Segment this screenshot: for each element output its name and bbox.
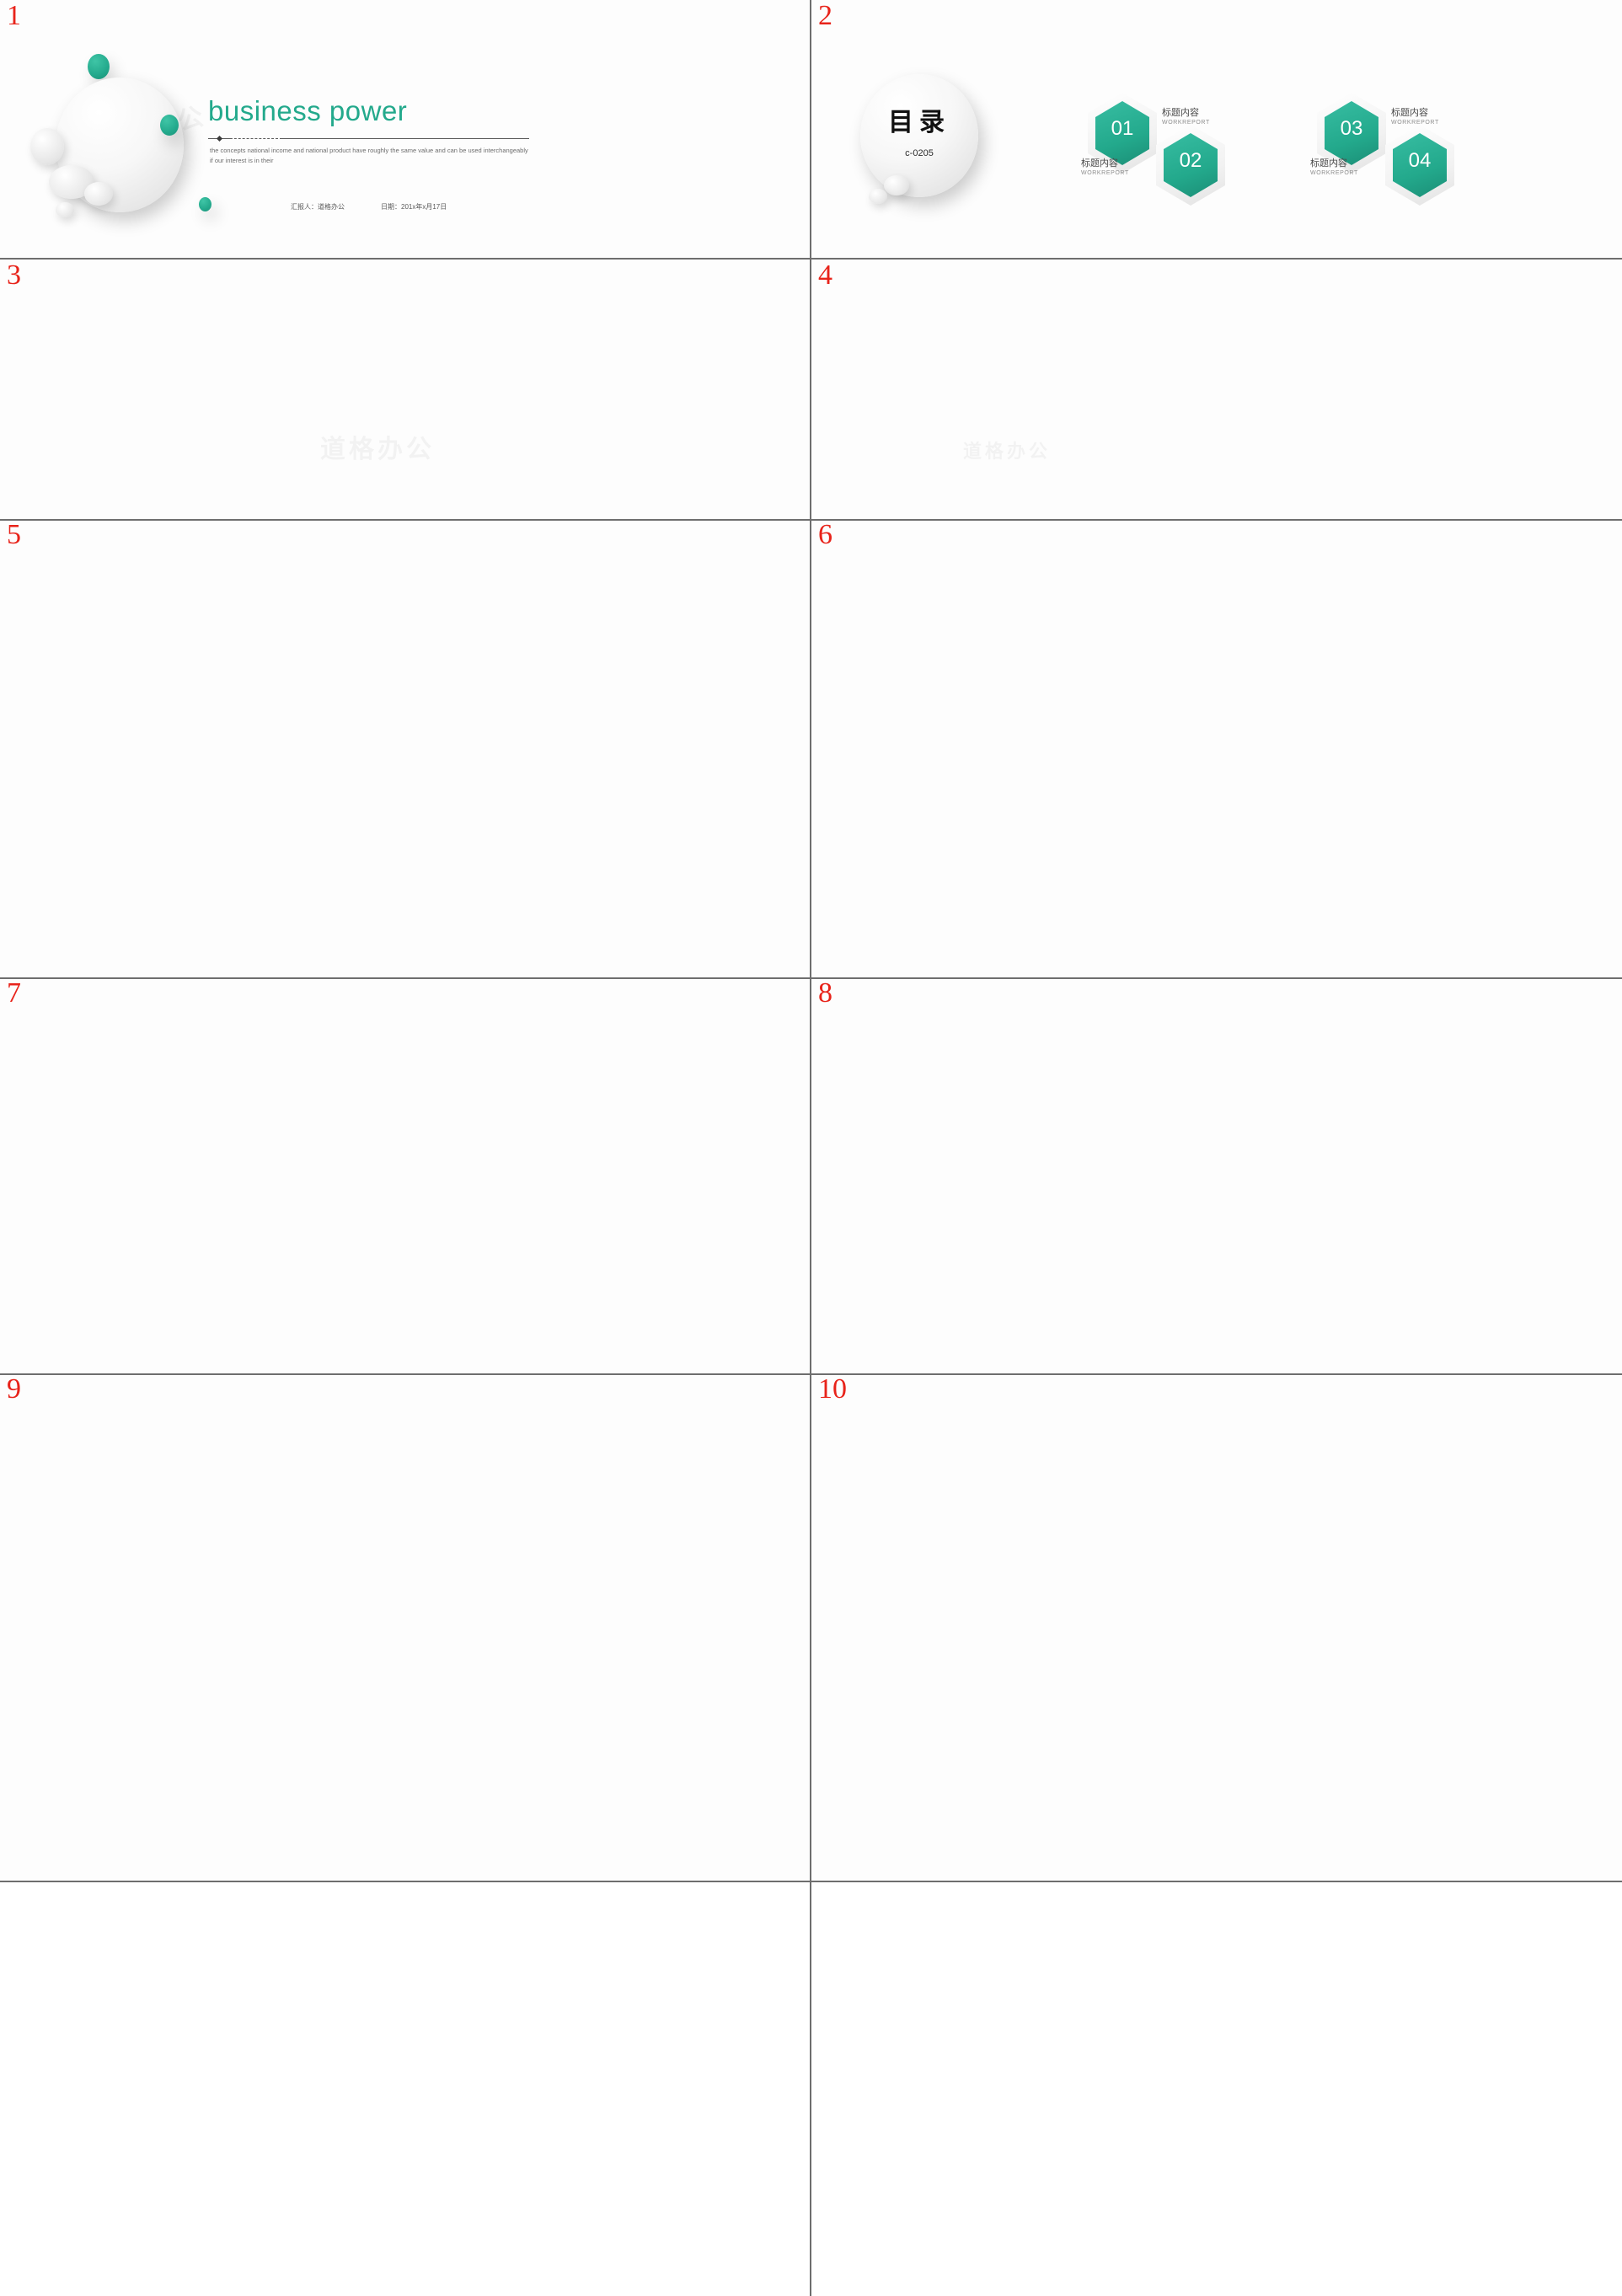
slide-1-cover[interactable]: 1 道格办公 business power the concepts natio…	[0, 0, 810, 258]
column-divider	[810, 0, 811, 2296]
slide-3-network[interactable]: 3 道格办公 标题内容 点击添加描述总结 标题内容 点击添加描述总结 标题内容 …	[0, 260, 810, 519]
toc-title-4: 标题内容	[1310, 158, 1347, 169]
slide-8-converging[interactable]: 8 点击添加标题文字内容 道格办公	[811, 977, 1622, 1373]
decor-dot-right	[160, 115, 179, 136]
cover-date: 日期：201x年x月17日	[381, 203, 447, 211]
toc-sub-3: WORKREPORT	[1391, 120, 1439, 126]
row-divider-1	[0, 258, 1622, 260]
slide-number: 7	[7, 977, 21, 1009]
slide-number: 10	[818, 1373, 847, 1405]
toc-sub-2: WORKREPORT	[1081, 170, 1129, 176]
chain-connector	[811, 977, 1622, 1373]
toc-title-2: 标题内容	[1081, 158, 1118, 169]
slide-9-hexagon-stats[interactable]: 9 点击添加标题文字内容 道格办公 01 在此添加标题 此处添加详细文本描述，建…	[0, 1373, 810, 1881]
cover-body: the concepts national income and nationa…	[210, 147, 528, 164]
decor-dot-bottom	[199, 197, 211, 211]
slide-deck-preview-sheet: 1 道格办公 business power the concepts natio…	[0, 0, 1622, 2296]
decor-blob-d	[56, 202, 74, 217]
row-divider-4	[0, 1373, 1622, 1375]
toc-title-1: 标题内容	[1162, 108, 1199, 118]
toc-sub-4: WORKREPORT	[1310, 170, 1358, 176]
slide-number: 9	[7, 1373, 21, 1405]
decor-blob-a	[30, 128, 64, 165]
toc-title-3: 标题内容	[1391, 108, 1428, 118]
slide-number: 1	[7, 0, 21, 31]
row-divider-3	[0, 977, 1622, 979]
slide-6-radial-hub[interactable]: 6 标题内容 标题内容 点击输入简要文字内容，文字	[811, 519, 1622, 977]
title-rule-long	[280, 138, 529, 139]
slide-10-thank-you[interactable]: 10 道格办公 谢谢下载 谢谢观看 the concepts national …	[811, 1373, 1622, 1881]
title-rule-dashed	[226, 138, 278, 139]
slide-number: 5	[7, 519, 21, 550]
toc-hex-number-3: 03	[1340, 117, 1363, 140]
decor-dot-top	[88, 54, 110, 79]
rule-diamond	[216, 135, 223, 142]
slide-7-bubbles[interactable]: 7 点击添加标题文字内容 道格办公 标题内容 单击此处添加简短说明，添加简短文字…	[0, 977, 810, 1373]
slide-number: 4	[818, 260, 832, 291]
toc-sub-1: WORKREPORT	[1162, 120, 1210, 126]
slide-5-section-divider[interactable]: 5 道格办公 04 part 01 第四部分 标题文字内容 ※ 添加内容 ※ 添…	[0, 519, 810, 977]
slide-number: 8	[818, 977, 832, 1009]
slide-4-laptop-table[interactable]: 4 道格办公 Text Number Text Text text 0.00 t…	[811, 260, 1622, 519]
row-divider-2	[0, 519, 1622, 521]
cover-presenter: 汇报人：道格办公	[291, 203, 345, 211]
slide-number: 3	[7, 260, 21, 291]
contents-heading: 目录	[888, 109, 950, 136]
decor-blob-b	[869, 189, 887, 204]
toc-hex-number-4: 04	[1408, 149, 1432, 172]
contents-code: c-0205	[905, 148, 934, 158]
decor-blob-a	[884, 175, 909, 195]
cover-title: business power	[208, 95, 408, 126]
toc-hex-number-1: 01	[1111, 117, 1134, 140]
toc-hex-number-2: 02	[1179, 149, 1202, 172]
slide-2-contents[interactable]: 2 目录 c-0205 01 标题内容 WORKREPORT 02 标题内容 W…	[811, 0, 1622, 258]
slide-number: 6	[818, 519, 832, 550]
slide-number: 2	[818, 0, 832, 31]
decor-blob-c	[84, 182, 113, 206]
network-connectors	[0, 260, 810, 519]
watermark: 道格办公	[963, 436, 1051, 463]
row-divider-5	[0, 1881, 1622, 1882]
hub-connectors	[811, 519, 1622, 977]
